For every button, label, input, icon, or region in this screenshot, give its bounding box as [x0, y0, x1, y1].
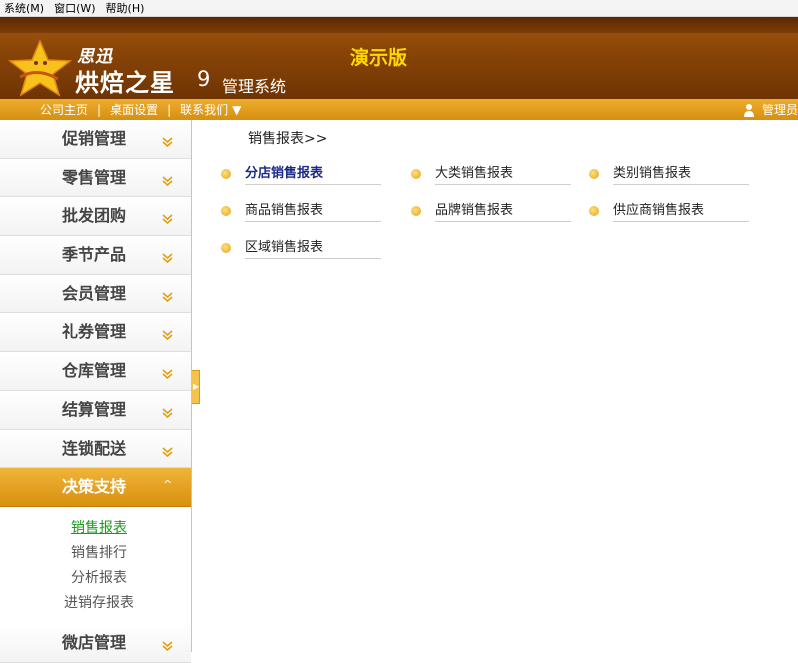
sidebar-item-warehouse[interactable]: 仓库管理: [0, 352, 191, 391]
admin-area[interactable]: 管理员: [743, 99, 798, 120]
admin-label: 管理员: [761, 103, 798, 117]
menu-bar: 系统(M) 窗口(W) 帮助(H): [0, 0, 798, 17]
sidebar-item-label: 会员管理: [62, 283, 127, 303]
menu-system[interactable]: 系统(M): [0, 0, 50, 16]
report-link-region-sales[interactable]: 区域销售报表: [221, 236, 381, 259]
report-link-category-sales[interactable]: 大类销售报表: [411, 162, 571, 185]
nav-home-link[interactable]: 公司主页: [40, 101, 88, 118]
sidebar-item-chain-delivery[interactable]: 连锁配送: [0, 429, 191, 469]
submenu-sales-report[interactable]: 销售报表: [0, 517, 198, 542]
menu-help[interactable]: 帮助(H): [102, 0, 151, 16]
sidebar-item-label: 结算管理: [62, 399, 127, 419]
bullet-icon: [411, 205, 421, 216]
chevron-down-icon: [162, 641, 173, 651]
user-icon: [743, 103, 754, 117]
star-logo-icon: [8, 39, 72, 97]
sidebar-item-label: 礼券管理: [62, 322, 127, 342]
nav-separator: |: [97, 102, 102, 117]
submenu-analysis-report[interactable]: 分析报表: [0, 567, 198, 592]
bullet-icon: [221, 205, 231, 216]
nav-desktop-settings-link[interactable]: 桌面设置: [110, 101, 158, 118]
sidebar-item-wholesale[interactable]: 批发团购: [0, 197, 191, 237]
sidebar-collapse-toggle[interactable]: ▶: [192, 370, 200, 404]
chevron-up-icon: ^: [163, 478, 173, 492]
sidebar-item-micro-store[interactable]: 微店管理: [0, 623, 191, 663]
nav-contact-link[interactable]: 联系我们: [180, 101, 228, 118]
report-link-product-sales[interactable]: 商品销售报表: [221, 199, 381, 222]
submenu-sales-ranking[interactable]: 销售排行: [0, 542, 198, 567]
nav-bar: 公司主页 | 桌面设置 | 联系我们 ▼ 管理员: [0, 99, 798, 120]
chevron-down-icon: [162, 176, 173, 186]
chevron-down-icon: [162, 330, 173, 341]
sidebar-item-label: 微店管理: [62, 632, 127, 652]
brand-version: 9: [197, 67, 211, 91]
report-link-label: 区域销售报表: [245, 236, 381, 259]
bullet-icon: [221, 168, 231, 179]
sidebar-item-label: 零售管理: [62, 167, 127, 187]
sidebar-item-label: 决策支持: [62, 477, 127, 497]
submenu: 销售报表 销售排行 分析报表 进销存报表: [0, 507, 191, 624]
chevron-down-icon: [162, 446, 173, 457]
breadcrumb: 销售报表>>: [248, 131, 328, 147]
sidebar-item-decision-support[interactable]: 决策支持 ^: [0, 468, 191, 507]
main-content: 销售报表>> 分店销售报表 大类销售报表 类别销售报表 商品销售报表 品牌销售报…: [200, 120, 798, 652]
chevron-down-icon: [162, 369, 173, 380]
bullet-icon: [589, 205, 599, 216]
report-link-label: 大类销售报表: [435, 162, 571, 185]
sidebar-item-seasonal[interactable]: 季节产品: [0, 236, 191, 275]
sidebar-item-label: 仓库管理: [62, 361, 127, 381]
bullet-icon: [589, 168, 599, 179]
report-link-label: 品牌销售报表: [435, 199, 571, 222]
report-link-label: 类别销售报表: [613, 162, 749, 185]
nav-separator: |: [167, 102, 172, 117]
report-link-label: 供应商销售报表: [613, 199, 749, 222]
submenu-inventory-report[interactable]: 进销存报表: [0, 592, 198, 617]
report-link-class-sales[interactable]: 类别销售报表: [589, 162, 749, 185]
report-link-branch-sales[interactable]: 分店销售报表: [221, 162, 381, 185]
sidebar-item-label: 促销管理: [62, 129, 127, 148]
chevron-down-icon: [162, 137, 173, 147]
sidebar-item-promotion[interactable]: 促销管理: [0, 120, 191, 159]
chevron-down-icon: [162, 292, 173, 302]
sidebar-item-label: 季节产品: [62, 245, 127, 265]
brand-title: 烘焙之星: [75, 69, 175, 97]
report-link-supplier-sales[interactable]: 供应商销售报表: [589, 199, 749, 222]
banner-stripe: [0, 17, 798, 33]
sidebar-item-vouchers[interactable]: 礼券管理: [0, 313, 191, 353]
demo-label: 演示版: [350, 47, 408, 69]
bullet-icon: [411, 168, 421, 179]
sidebar-item-label: 批发团购: [62, 206, 127, 226]
report-link-label: 商品销售报表: [245, 199, 381, 222]
sidebar-item-members[interactable]: 会员管理: [0, 274, 191, 314]
chevron-down-icon: [162, 253, 173, 264]
sidebar: 促销管理 零售管理 批发团购 季节产品 会员管理 礼券管理 仓库管理 结算管理 …: [0, 120, 192, 663]
chevron-down-icon: [162, 408, 173, 418]
sidebar-item-retail[interactable]: 零售管理: [0, 158, 191, 198]
bullet-icon: [221, 242, 231, 253]
brand-subtitle: 管理系统: [222, 77, 287, 96]
chevron-down-icon: [162, 214, 173, 225]
arrow-right-icon: ▶: [193, 382, 200, 391]
sidebar-item-settlement[interactable]: 结算管理: [0, 390, 191, 430]
report-link-label: 分店销售报表: [245, 162, 381, 185]
header-banner: 思迅 烘焙之星 9 管理系统 演示版: [0, 17, 798, 99]
menu-window[interactable]: 窗口(W): [50, 0, 101, 16]
triangle-down-icon[interactable]: ▼: [232, 103, 241, 117]
sidebar-item-label: 连锁配送: [62, 438, 127, 458]
report-link-brand-sales[interactable]: 品牌销售报表: [411, 199, 571, 222]
